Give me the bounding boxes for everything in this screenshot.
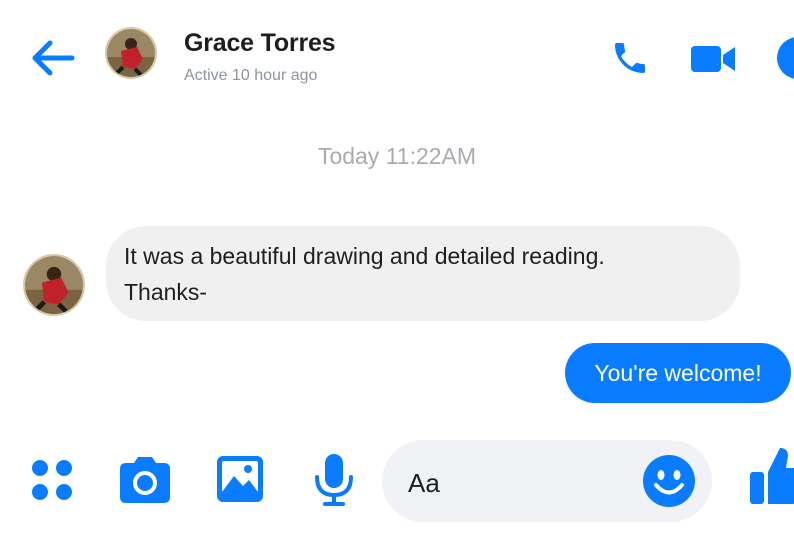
avatar-photo — [107, 29, 155, 77]
thumbs-up-icon — [750, 448, 794, 504]
camera-button[interactable] — [116, 455, 174, 505]
sender-avatar[interactable] — [23, 254, 85, 316]
video-camera-icon — [691, 46, 735, 72]
outgoing-message-bubble[interactable]: You're welcome! — [565, 343, 791, 403]
avatar-photo — [25, 256, 83, 314]
emoji-icon — [643, 455, 695, 507]
microphone-icon — [315, 454, 353, 506]
message-composer[interactable] — [382, 440, 712, 522]
apps-icon — [32, 460, 72, 500]
like-button[interactable] — [748, 444, 794, 508]
message-input[interactable] — [406, 464, 640, 502]
info-icon — [777, 37, 794, 79]
image-icon — [217, 456, 263, 502]
voice-clip-button[interactable] — [313, 453, 355, 507]
gallery-button[interactable] — [215, 454, 265, 504]
phone-icon — [615, 43, 645, 73]
conversation-info-button[interactable] — [776, 36, 794, 80]
more-actions-button[interactable] — [28, 456, 76, 504]
emoji-button[interactable] — [642, 454, 696, 508]
active-status: Active 10 hour ago — [184, 67, 318, 84]
message-line: It was a beautiful drawing and detailed … — [124, 243, 605, 269]
message-timestamp: Today 11:22AM — [317, 143, 477, 169]
back-button[interactable] — [28, 36, 76, 80]
video-call-button[interactable] — [690, 42, 738, 76]
contact-avatar[interactable] — [105, 27, 157, 79]
message-line: Thanks- — [124, 279, 208, 305]
incoming-message-bubble[interactable]: It was a beautiful drawing and detailed … — [106, 226, 740, 321]
back-arrow-icon — [32, 40, 75, 76]
contact-name[interactable]: Grace Torres — [184, 29, 336, 58]
voice-call-button[interactable] — [610, 38, 650, 78]
camera-icon — [120, 457, 170, 503]
